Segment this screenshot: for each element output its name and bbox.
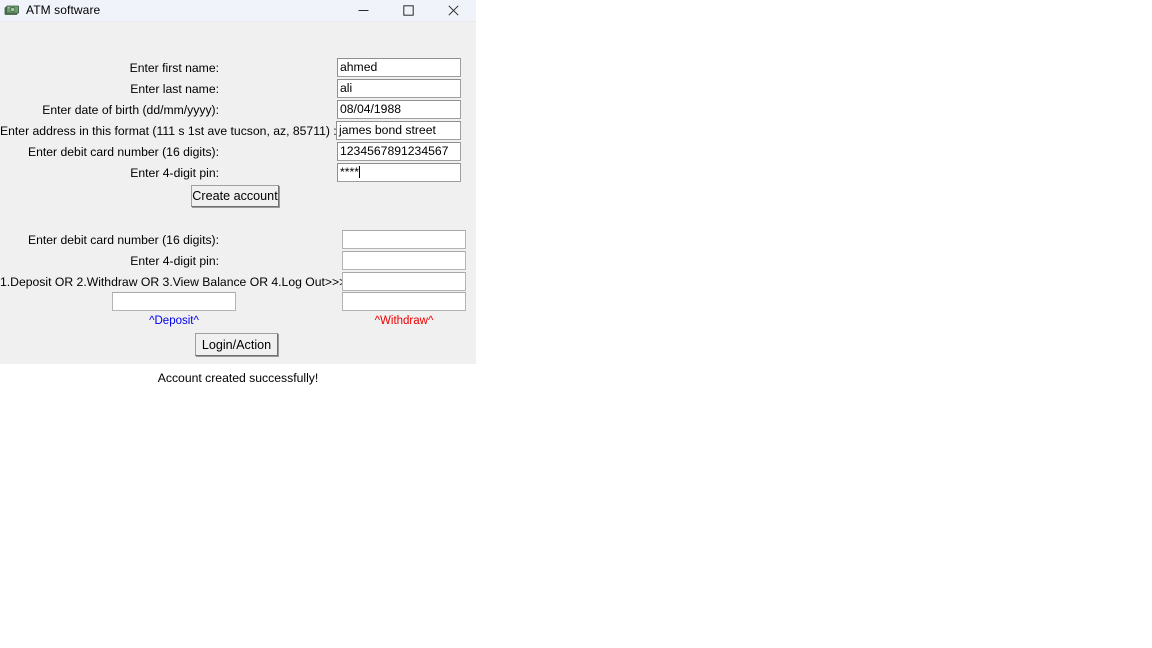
label-address: Enter address in this format (111 s 1st … [0,124,337,138]
maximize-button[interactable] [386,0,431,21]
deposit-amount-input[interactable] [112,292,236,311]
pin-create-value: **** [340,165,359,179]
label-last-name: Enter last name: [130,82,219,96]
title-bar: ATM software [0,0,476,22]
window-controls [341,0,476,21]
login-action-button[interactable]: Login/Action [195,333,278,356]
label-pin-login: Enter 4-digit pin: [130,254,219,268]
window-title: ATM software [26,3,101,17]
status-message: Account created successfully! [157,371,319,385]
text-caret [358,166,360,178]
label-action-menu: 1.Deposit OR 2.Withdraw OR 3.View Balanc… [0,275,347,289]
withdraw-label: ^Withdraw^ [374,315,434,327]
label-debit-card-number-create: Enter debit card number (16 digits): [27,145,219,159]
withdraw-amount-input[interactable] [342,292,466,311]
date-of-birth-input[interactable]: 08/04/1988 [337,100,461,119]
action-choice-input[interactable] [342,272,466,291]
money-icon [4,3,20,19]
last-name-input[interactable]: ali [337,79,461,98]
close-button[interactable] [431,0,476,21]
minimize-button[interactable] [341,0,386,21]
deposit-label: ^Deposit^ [149,315,199,327]
pin-login-input[interactable] [342,251,466,270]
atm-software-window: ATM software Enter first name: ahmed Ent… [0,0,476,385]
label-date-of-birth: Enter date of birth (dd/mm/yyyy): [42,103,219,117]
label-pin-create: Enter 4-digit pin: [130,166,219,180]
debit-card-number-create-input[interactable]: 1234567891234567 [337,142,461,161]
client-area: Enter first name: ahmed Enter last name:… [0,22,476,385]
address-input[interactable]: james bond street [336,121,461,140]
label-first-name: Enter first name: [129,61,219,75]
label-debit-card-number-login: Enter debit card number (16 digits): [27,233,219,247]
pin-create-input[interactable]: **** [337,163,461,182]
debit-card-number-login-input[interactable] [342,230,466,249]
create-account-button[interactable]: Create account [191,185,279,207]
first-name-input[interactable]: ahmed [337,58,461,77]
